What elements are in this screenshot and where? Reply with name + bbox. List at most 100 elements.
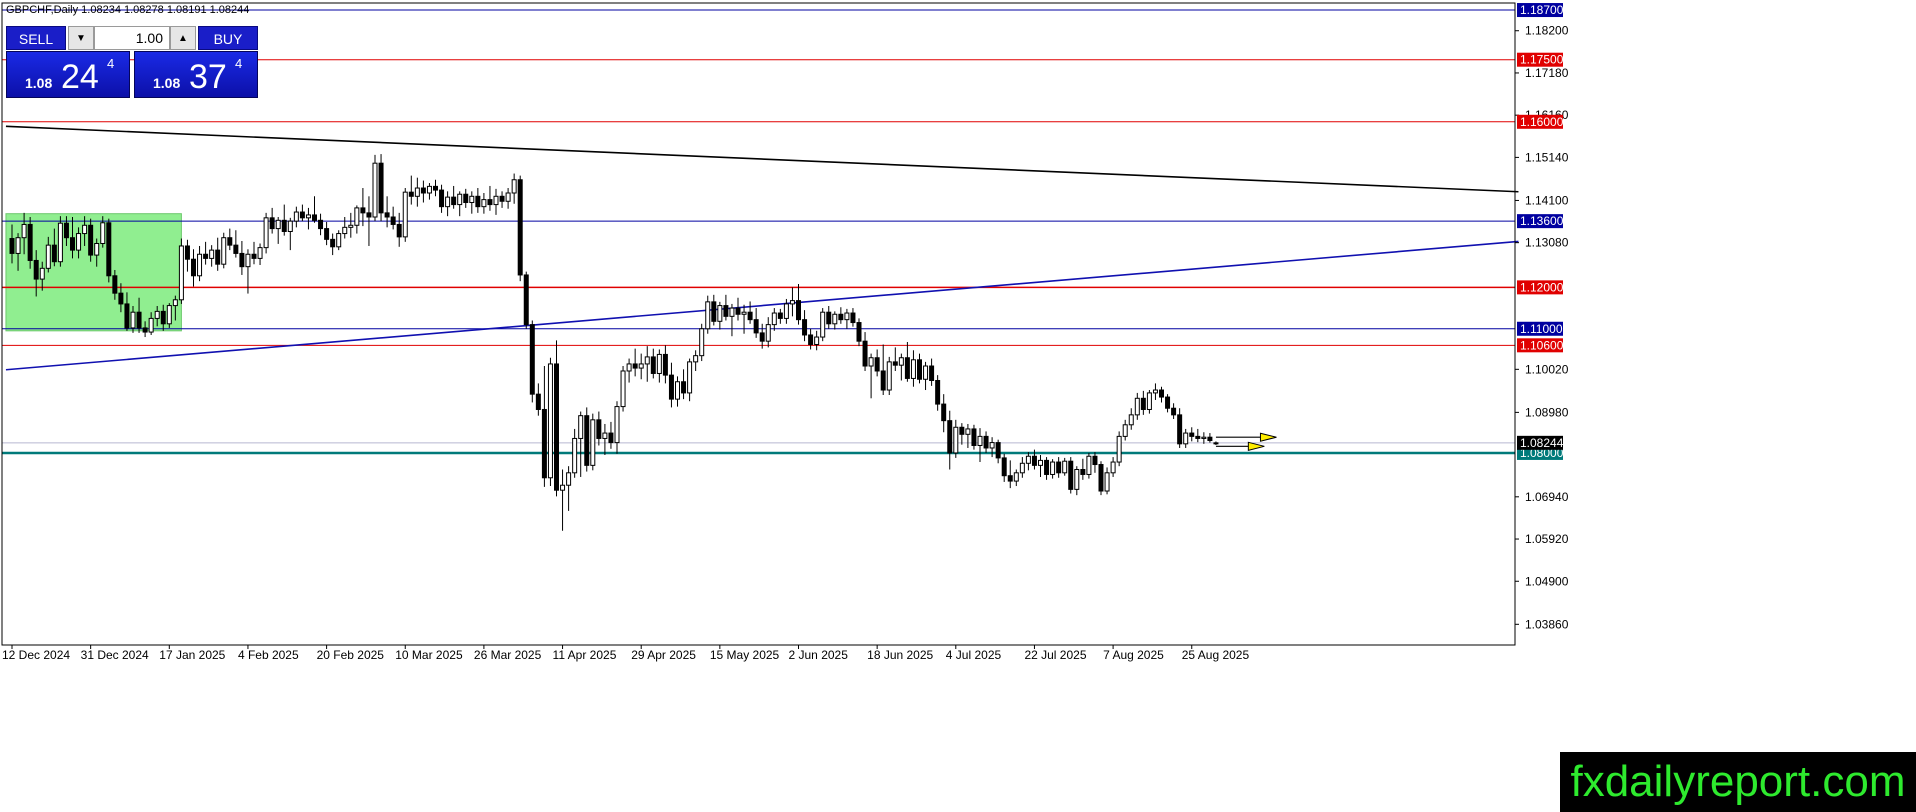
candle-body <box>796 300 801 321</box>
candle-body <box>541 408 547 479</box>
candle-body <box>269 217 275 230</box>
candle-body <box>560 484 566 491</box>
candle-body <box>844 312 850 321</box>
candle-body <box>342 226 348 235</box>
candle-body <box>862 340 868 367</box>
candle-body <box>717 305 723 322</box>
candle-body <box>977 435 983 446</box>
candle-body <box>856 322 862 342</box>
candle-body <box>1104 472 1110 492</box>
candle-body <box>390 216 396 225</box>
candle-body <box>445 196 451 208</box>
candle-body <box>118 292 124 305</box>
lot-size-input[interactable] <box>94 26 170 50</box>
level-price-label: 1.11000 <box>1520 322 1563 336</box>
candle-body <box>372 162 378 218</box>
candle-body <box>1044 459 1050 475</box>
candle-body <box>493 195 499 206</box>
candle-body <box>1201 436 1207 439</box>
candle-body <box>1207 436 1213 442</box>
candle-body <box>668 374 674 400</box>
x-tick-label: 10 Mar 2025 <box>395 648 463 662</box>
candle-body <box>281 219 287 232</box>
candle-body <box>1110 461 1116 474</box>
candle-body <box>935 380 941 405</box>
candle-body <box>106 222 112 277</box>
candle-body <box>910 359 916 379</box>
candle-body <box>566 472 572 486</box>
candle-body <box>705 301 711 330</box>
candle-body <box>76 233 82 251</box>
candle-body <box>9 238 15 254</box>
sell-price-quote[interactable]: 1.08 24 4 <box>6 51 130 98</box>
candle-body <box>771 312 777 326</box>
candle-body <box>136 311 142 329</box>
candle-body <box>584 415 590 466</box>
y-tick-label: 1.18200 <box>1525 24 1569 38</box>
candle-body <box>572 437 578 474</box>
lot-decrease-icon[interactable]: ▼ <box>68 26 94 50</box>
candle-body <box>850 312 856 324</box>
x-tick-label: 4 Jul 2025 <box>946 648 1002 662</box>
candle-body <box>1062 460 1068 474</box>
candle-body <box>1019 462 1025 474</box>
sell-price-prefix: 1.08 <box>25 75 53 91</box>
candle-body <box>51 244 57 263</box>
candle-body <box>414 187 420 197</box>
candle-body <box>971 428 977 446</box>
candle-body <box>203 253 209 259</box>
candle-body <box>1013 472 1019 482</box>
buy-price-quote[interactable]: 1.08 37 4 <box>134 51 258 98</box>
candle-body <box>63 222 69 239</box>
candle-body <box>1159 389 1164 398</box>
candle-body <box>953 426 959 454</box>
candle-body <box>130 311 136 329</box>
candle-body <box>904 357 910 379</box>
candle-body <box>983 435 989 449</box>
candle-body <box>1128 414 1134 426</box>
candle-body <box>965 428 971 435</box>
candle-body <box>469 195 475 204</box>
y-tick-label: 1.03860 <box>1525 617 1569 631</box>
candle-body <box>874 357 880 372</box>
candle-body <box>178 245 184 301</box>
candle-body <box>662 353 668 376</box>
lot-increase-icon[interactable]: ▲ <box>170 26 196 50</box>
candle-body <box>221 237 227 265</box>
candle-body <box>1116 435 1122 463</box>
candle-body <box>263 217 269 249</box>
chart-window: 1.182001.171801.161601.151401.141001.130… <box>0 0 1916 812</box>
candle-body <box>499 195 505 202</box>
candle-body <box>420 187 426 194</box>
candle-body <box>650 356 656 374</box>
candle-body <box>330 238 336 248</box>
candle-body <box>239 252 245 268</box>
candle-body <box>632 363 638 369</box>
candle-body <box>923 365 929 380</box>
x-tick-label: 22 Jul 2025 <box>1024 648 1086 662</box>
candle-body <box>1086 455 1092 475</box>
x-tick-label: 17 Jan 2025 <box>159 648 225 662</box>
sell-price-fraction: 4 <box>107 56 115 71</box>
candle-body <box>275 219 281 230</box>
buy-button[interactable]: BUY <box>198 26 258 50</box>
candle-body <box>759 332 765 342</box>
sell-button[interactable]: SELL <box>6 26 66 50</box>
candle-body <box>21 223 27 239</box>
candle-body <box>184 245 190 260</box>
candle-body <box>596 419 602 439</box>
candle-body <box>699 328 705 357</box>
projection-arrow-head <box>1259 432 1277 442</box>
candle-body <box>620 370 626 408</box>
x-tick-label: 25 Aug 2025 <box>1182 648 1250 662</box>
candle-body <box>312 214 317 221</box>
candle-body <box>439 189 445 208</box>
candle-body <box>1122 424 1128 437</box>
candle-body <box>1080 468 1086 475</box>
candle-body <box>215 249 221 265</box>
candle-body <box>148 317 154 333</box>
sell-price-pips: 24 <box>61 58 99 96</box>
level-price-label: 1.12000 <box>1520 280 1564 294</box>
candle-body <box>868 357 874 367</box>
candle-body <box>1213 442 1219 445</box>
